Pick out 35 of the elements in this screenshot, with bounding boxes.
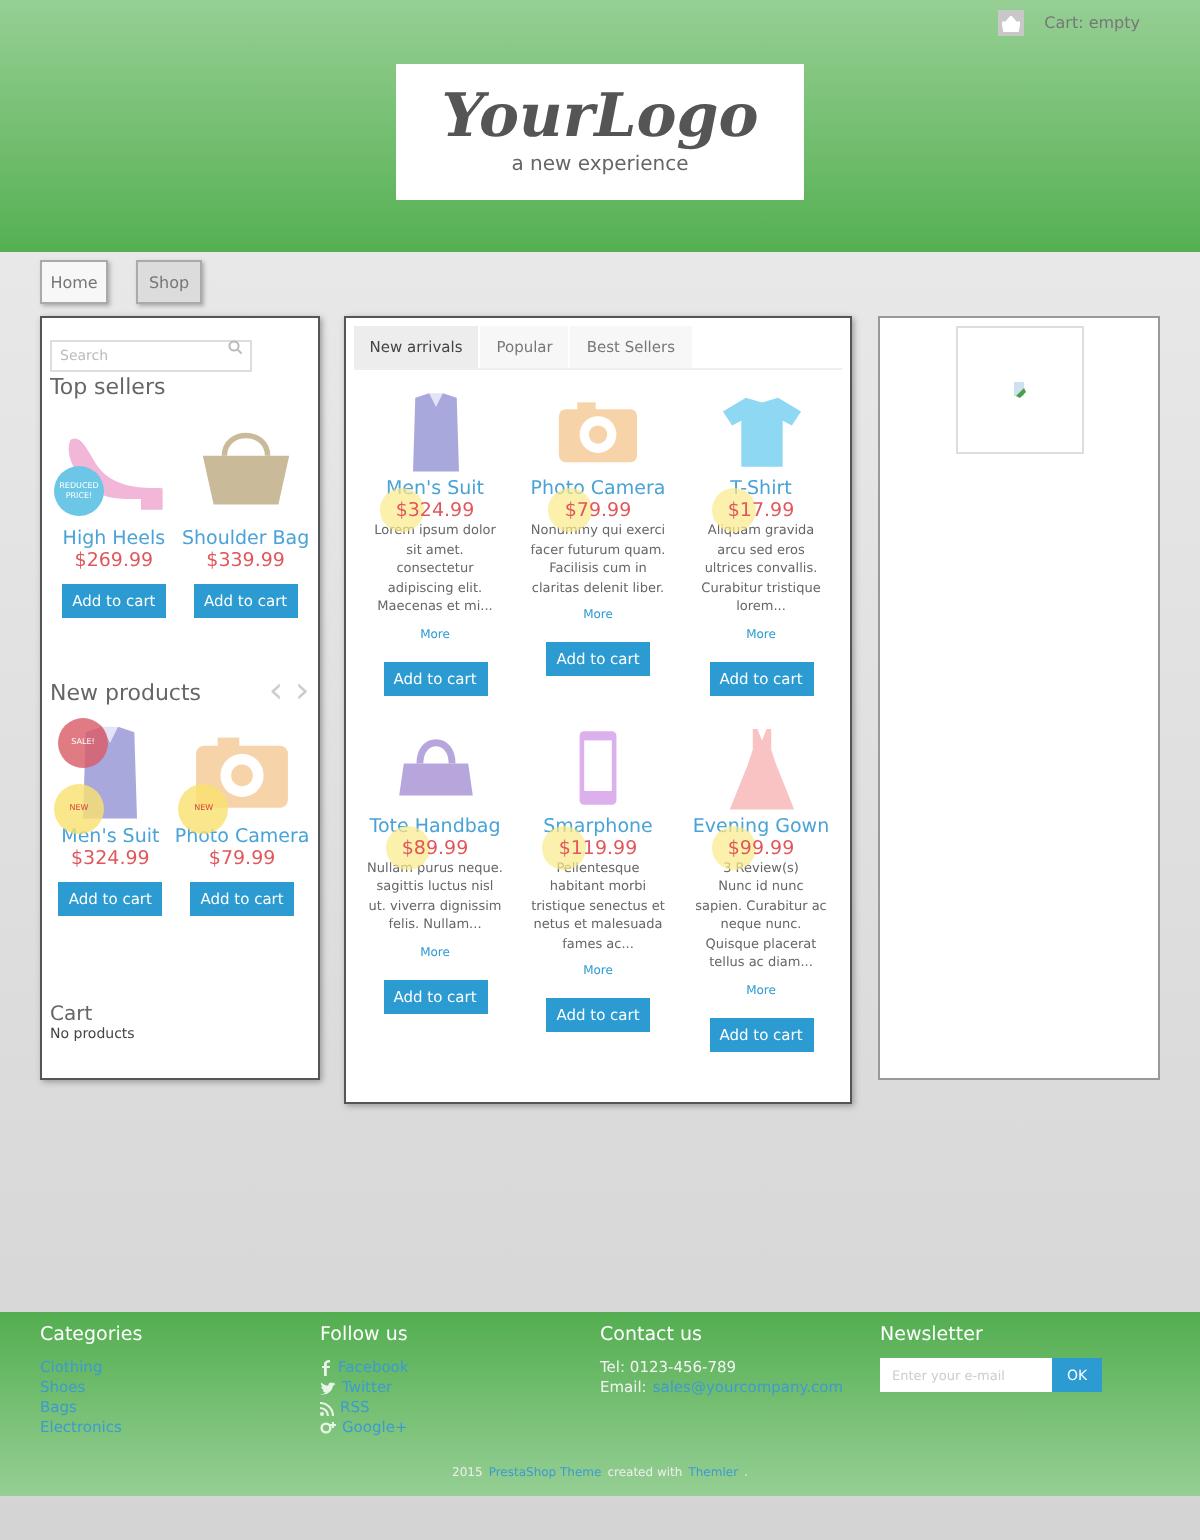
product-price: $269.99 bbox=[74, 550, 154, 572]
cart-status[interactable]: Cart: empty bbox=[1044, 14, 1140, 32]
product-price: $324.99 bbox=[71, 848, 150, 870]
section-title: New products bbox=[50, 679, 202, 705]
product-price: $17.99 bbox=[727, 500, 795, 522]
product-name[interactable]: Smarphone bbox=[543, 815, 653, 837]
product-price: $79.99 bbox=[564, 500, 632, 522]
product-name[interactable]: Tote Handbag bbox=[369, 815, 501, 837]
product-name[interactable]: Men's Suit bbox=[385, 478, 485, 500]
section-title: Top sellers bbox=[50, 374, 168, 400]
logo[interactable]: YourLogo a new experience bbox=[396, 64, 804, 200]
product-price: $324.99 bbox=[395, 500, 475, 522]
product-price: $119.99 bbox=[558, 837, 638, 859]
footer-heading: Newsletter bbox=[880, 1324, 985, 1346]
rss-icon bbox=[320, 1401, 334, 1415]
product-name[interactable]: Photo Camera bbox=[530, 478, 666, 500]
cart-title: Cart bbox=[50, 1004, 95, 1026]
product-name[interactable]: High Heels bbox=[62, 528, 166, 550]
product-price: $79.99 bbox=[208, 848, 276, 870]
footer-heading: Contact us bbox=[600, 1324, 704, 1346]
google-plus-icon bbox=[320, 1420, 336, 1436]
product-price: $99.99 bbox=[727, 837, 795, 859]
product-name[interactable]: T-Shirt bbox=[730, 478, 792, 500]
product-price: $339.99 bbox=[206, 550, 285, 572]
nav-button[interactable]: Home bbox=[40, 260, 108, 304]
product-name[interactable]: Evening Gown bbox=[692, 815, 830, 837]
footer-heading: Categories bbox=[40, 1324, 145, 1346]
search-icon bbox=[228, 339, 242, 353]
broken-image-icon bbox=[1011, 382, 1028, 398]
product-price: $89.99 bbox=[401, 837, 469, 859]
footer-heading: Follow us bbox=[320, 1324, 410, 1346]
nav-button[interactable]: Shop bbox=[136, 260, 202, 304]
product-name[interactable]: Shoulder Bag bbox=[181, 528, 310, 550]
bird-icon bbox=[320, 1381, 336, 1395]
facebook-icon bbox=[320, 1360, 332, 1376]
